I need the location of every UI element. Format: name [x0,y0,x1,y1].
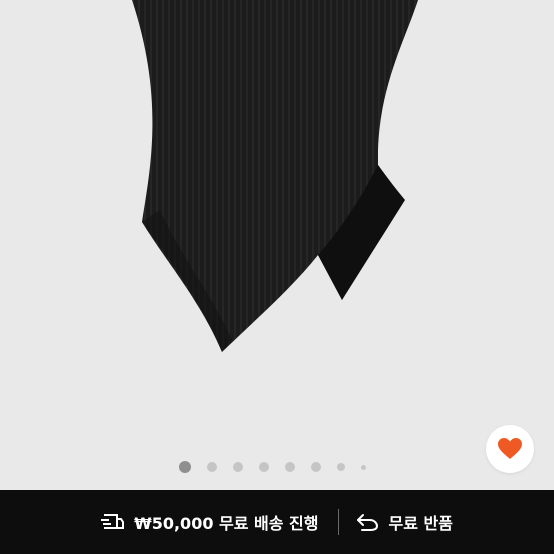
free-shipping-text: ₩50,000 무료 배송 진행 [134,514,319,533]
product-detail-screen: ₩50,000 무료 배송 진행 무료 반품 [0,0,554,554]
benefit-bar: ₩50,000 무료 배송 진행 무료 반품 [0,490,554,554]
heart-icon [498,438,522,459]
divider [338,509,340,535]
return-arrow-icon [357,514,379,531]
carousel-indicator [0,461,549,473]
carousel-dot[interactable] [178,461,191,473]
free-return-text: 무료 반품 [388,514,453,533]
free-shipping-info: ₩50,000 무료 배송 진행 [101,510,318,534]
carousel-dot[interactable] [284,462,295,472]
carousel-dot[interactable] [258,462,269,472]
free-return-info: 무료 반품 [355,510,453,534]
like-button[interactable] [486,425,534,473]
carousel-dot[interactable] [336,463,345,471]
carousel-dot[interactable] [206,462,217,472]
delivery-truck-icon [101,514,125,529]
product-photo [132,0,418,352]
product-image[interactable] [0,0,554,490]
carousel-dot[interactable] [310,462,321,472]
carousel-dot[interactable] [360,464,366,470]
carousel-dot[interactable] [232,462,243,472]
